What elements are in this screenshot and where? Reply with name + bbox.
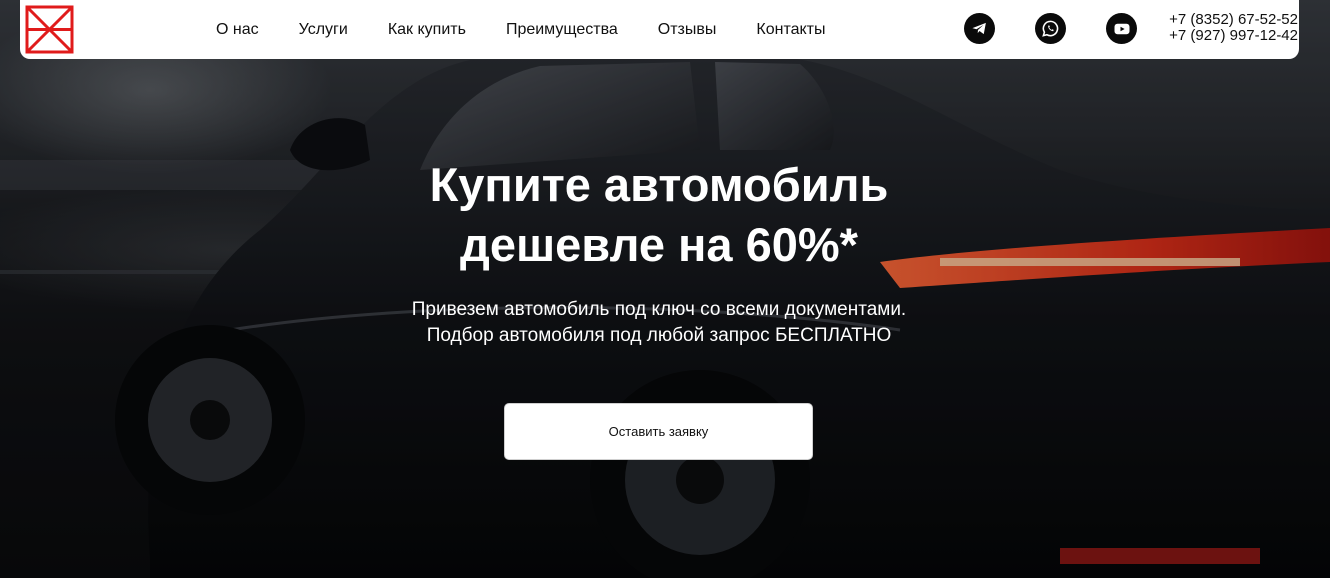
hero-subtext-line1: Привезем автомобиль под ключ со всеми до… xyxy=(411,299,907,320)
nav-link-reviews[interactable]: Отзывы xyxy=(658,21,717,38)
logo-icon xyxy=(25,5,74,54)
nav-item-contacts: Контакты xyxy=(756,21,825,39)
hero-overlay xyxy=(0,0,1330,578)
nav-link-advantages[interactable]: Преимущества xyxy=(506,21,618,38)
nav-link-contacts[interactable]: Контакты xyxy=(756,21,825,38)
nav-item-reviews: Отзывы xyxy=(658,21,717,39)
nav-item-how-to-buy: Как купить xyxy=(388,21,466,39)
nav-item-advantages: Преимущества xyxy=(506,21,618,39)
telegram-icon xyxy=(972,22,986,35)
nav-item-services: Услуги xyxy=(299,21,348,39)
youtube-button[interactable] xyxy=(1106,13,1137,44)
hero-headline-line1: Купите автомобиль xyxy=(429,158,889,211)
nav-item-about: О нас xyxy=(216,21,259,39)
whatsapp-icon xyxy=(1042,20,1059,37)
phone-numbers: +7 (8352) 67-52-52 +7 (927) 997-12-42 xyxy=(1169,12,1298,44)
youtube-icon xyxy=(1114,23,1129,34)
hero-headline: Купите автомобиль дешевле на 60%* xyxy=(0,155,1318,275)
main-nav: О нас Услуги Как купить Преимущества Отз… xyxy=(216,0,826,59)
nav-link-how-to-buy[interactable]: Как купить xyxy=(388,21,466,38)
logo[interactable] xyxy=(25,5,74,54)
phone-number-2[interactable]: +7 (927) 997-12-42 xyxy=(1169,28,1298,44)
phone-number-1[interactable]: +7 (8352) 67-52-52 xyxy=(1169,12,1298,28)
whatsapp-button[interactable] xyxy=(1035,13,1066,44)
submit-request-button[interactable]: Оставить заявку xyxy=(504,403,813,460)
nav-link-about[interactable]: О нас xyxy=(216,21,259,38)
hero-headline-line2: дешевле на 60%* xyxy=(460,218,858,271)
nav-link-services[interactable]: Услуги xyxy=(299,21,348,38)
hero-subtext-line2: Подбор автомобиля под любой запрос БЕСПЛ… xyxy=(426,325,892,346)
telegram-button[interactable] xyxy=(964,13,995,44)
hero-background xyxy=(0,0,1330,578)
site-header: О нас Услуги Как купить Преимущества Отз… xyxy=(20,0,1299,59)
hero-subtext: Привезем автомобиль под ключ со всеми до… xyxy=(0,297,1318,349)
